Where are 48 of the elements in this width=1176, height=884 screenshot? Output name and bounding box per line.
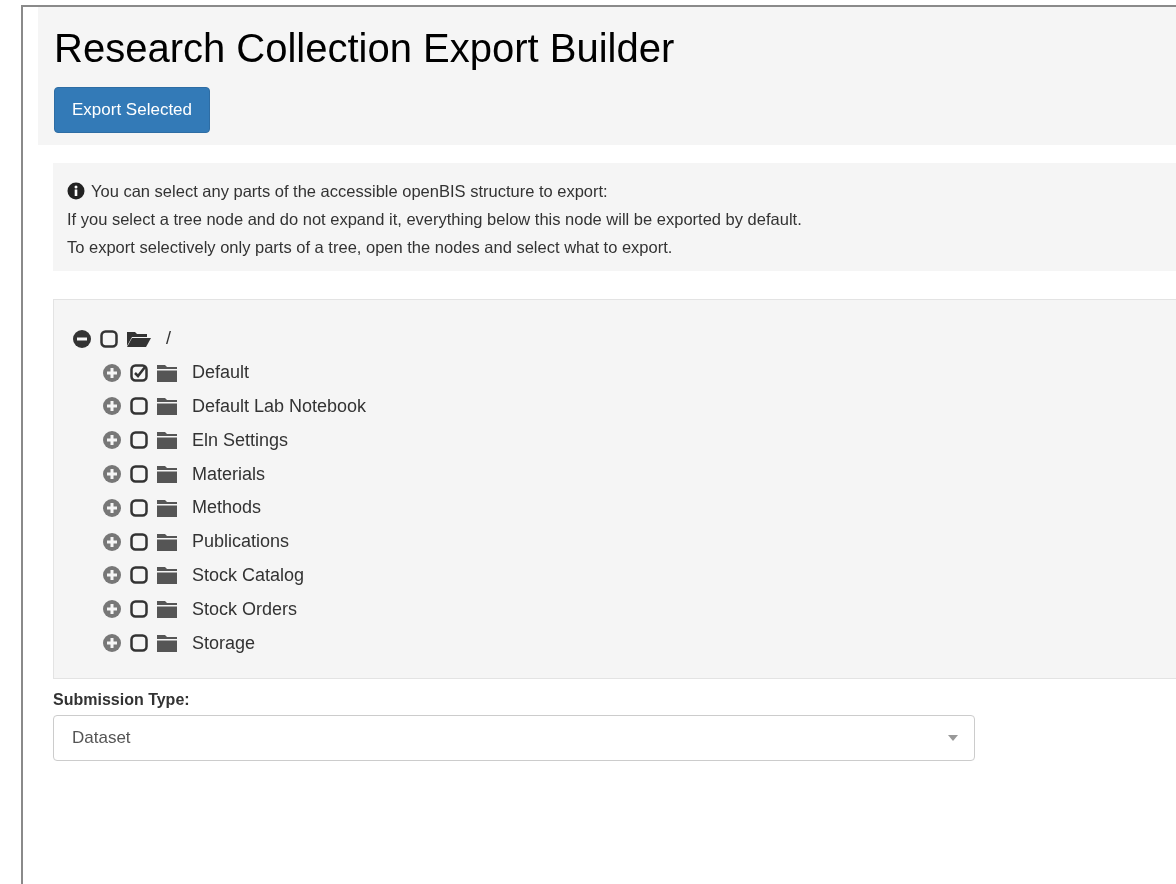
folder-icon (156, 565, 178, 586)
export-selected-button[interactable]: Export Selected (54, 87, 210, 133)
checkbox[interactable] (130, 498, 148, 517)
checkbox[interactable] (130, 566, 148, 585)
checkbox[interactable] (130, 532, 148, 551)
expand-icon[interactable] (102, 464, 122, 485)
expand-icon[interactable] (102, 362, 122, 383)
expand-icon[interactable] (102, 396, 122, 417)
tree-node-label[interactable]: Materials (192, 463, 266, 485)
expand-icon[interactable] (102, 430, 122, 451)
expand-icon[interactable] (102, 599, 122, 620)
tree-node-label[interactable]: Eln Settings (192, 429, 289, 451)
info-text: You can select any parts of the accessible openBIS structure to export: (91, 181, 608, 202)
expand-icon[interactable] (102, 531, 122, 552)
collapse-icon[interactable] (72, 328, 92, 349)
checked-checkbox[interactable] (130, 363, 148, 382)
folder-icon (156, 430, 178, 451)
tree-node-label[interactable]: / (166, 328, 171, 350)
checkbox[interactable] (130, 431, 148, 450)
tree-node-label[interactable]: Publications (192, 531, 290, 553)
info-text: If you select a tree node and do not expand it, everything below this node will be exported by default. (67, 209, 802, 230)
tree-node-label[interactable]: Stock Orders (192, 598, 298, 620)
info-icon (67, 182, 85, 200)
folder-icon (156, 531, 178, 552)
field-label: Submission Type: (53, 691, 191, 709)
expand-icon[interactable] (102, 565, 122, 586)
expand-icon[interactable] (102, 633, 122, 654)
folder-icon (156, 633, 178, 654)
submission-type-dropdown[interactable]: Dataset (53, 715, 975, 761)
tree-node-label[interactable]: Default Lab Notebook (192, 396, 367, 417)
checkbox[interactable] (100, 329, 118, 348)
folder-icon (156, 464, 178, 485)
tree-node-label[interactable]: Methods (192, 497, 262, 519)
checkbox[interactable] (130, 634, 148, 653)
tree-node-label[interactable]: Stock Catalog (192, 564, 305, 586)
checkbox[interactable] (130, 465, 148, 484)
tree-node-label[interactable]: Storage (192, 632, 256, 654)
checkbox[interactable] (130, 397, 148, 416)
info-text: To export selectively only parts of a tree, open the nodes and select what to export. (67, 237, 673, 258)
tree-node-label[interactable]: Default (192, 362, 250, 384)
folder-icon (156, 599, 178, 620)
expand-icon[interactable] (102, 497, 122, 518)
folder-icon (156, 362, 178, 383)
folder-icon (156, 396, 178, 417)
checkbox[interactable] (130, 600, 148, 619)
folder-icon (156, 497, 178, 518)
caret-icon (948, 735, 958, 741)
page-title: Research Collection Export Builder (54, 25, 676, 71)
